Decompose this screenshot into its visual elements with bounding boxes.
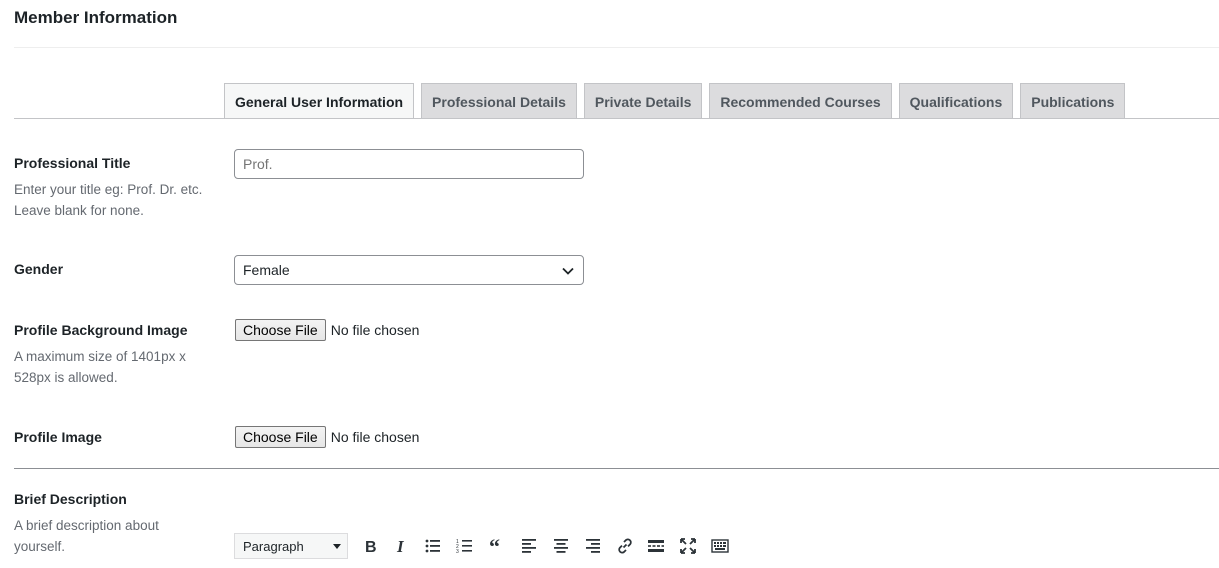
panel-title: Member Information	[14, 8, 178, 27]
format-select-value: Paragraph	[243, 538, 304, 554]
svg-text:I: I	[396, 537, 405, 555]
svg-text:3: 3	[456, 549, 459, 555]
toolbar-toggle-icon	[711, 539, 729, 553]
align-center-button[interactable]	[547, 532, 575, 560]
profile-background-image-help-line2: 528px is allowed.	[14, 370, 118, 385]
tabs-divider	[14, 118, 1219, 119]
tab-professional-details[interactable]: Professional Details	[421, 83, 577, 119]
section-divider	[14, 468, 1219, 469]
brief-description-help-line2: yourself.	[14, 539, 66, 554]
profile-background-image-file-input: Choose File No file chosen	[235, 319, 419, 341]
italic-button[interactable]: I	[387, 532, 415, 560]
numbered-list-icon: 1 2 3	[456, 539, 473, 555]
tab-publications[interactable]: Publications	[1020, 83, 1126, 119]
professional-title-help-line1: Enter your title eg: Prof. Dr. etc.	[14, 182, 203, 197]
svg-text:“: “	[489, 537, 500, 555]
bullet-list-icon	[425, 539, 441, 553]
brief-description-help: A brief description about yourself.	[14, 515, 159, 557]
gender-select[interactable]: Female	[234, 255, 584, 285]
blockquote-button[interactable]: “	[483, 532, 511, 560]
align-right-icon	[585, 539, 600, 553]
align-left-button[interactable]	[515, 532, 543, 560]
align-left-icon	[521, 539, 536, 553]
toolbar-toggle-button[interactable]	[706, 532, 734, 560]
fullscreen-button[interactable]	[674, 532, 702, 560]
bold-icon: B	[365, 539, 377, 555]
format-select[interactable]: Paragraph	[234, 533, 348, 559]
align-center-icon	[553, 539, 568, 553]
tab-recommended-courses[interactable]: Recommended Courses	[709, 83, 892, 119]
tab-bar: General User Information Professional De…	[224, 83, 1126, 119]
brief-description-help-line1: A brief description about	[14, 518, 159, 533]
align-right-button[interactable]	[579, 532, 607, 560]
fullscreen-icon	[680, 538, 697, 554]
caret-down-icon	[332, 544, 341, 549]
professional-title-label: Professional Title	[14, 155, 131, 171]
profile-background-image-label: Profile Background Image	[14, 322, 188, 338]
italic-icon: I	[396, 537, 405, 555]
numbered-list-button[interactable]: 1 2 3	[451, 532, 479, 560]
gender-selected-value: Female	[243, 262, 290, 278]
brief-description-label: Brief Description	[14, 491, 127, 507]
professional-title-input[interactable]	[234, 149, 584, 179]
profile-image-label: Profile Image	[14, 429, 102, 445]
professional-title-help: Enter your title eg: Prof. Dr. etc. Leav…	[14, 179, 202, 221]
choose-file-button[interactable]: Choose File	[235, 319, 326, 341]
bold-button[interactable]: B	[356, 532, 384, 560]
gender-label: Gender	[14, 261, 64, 277]
chevron-down-icon	[562, 267, 574, 275]
link-button[interactable]	[611, 532, 639, 560]
editor-toolbar: Paragraph B I 1 2 3 “	[234, 531, 734, 561]
file-status: No file chosen	[330, 322, 420, 338]
read-more-icon	[648, 540, 665, 552]
choose-file-button[interactable]: Choose File	[235, 426, 326, 448]
read-more-button[interactable]	[642, 532, 670, 560]
blockquote-icon: “	[489, 537, 500, 555]
file-status: No file chosen	[330, 429, 420, 445]
svg-text:B: B	[365, 539, 377, 555]
tab-general-user-information[interactable]: General User Information	[224, 83, 415, 119]
profile-image-file-input: Choose File No file chosen	[235, 426, 419, 448]
link-icon	[617, 538, 632, 554]
profile-background-image-help: A maximum size of 1401px x 528px is allo…	[14, 346, 186, 388]
profile-background-image-help-line1: A maximum size of 1401px x	[14, 349, 186, 364]
divider	[14, 47, 1219, 48]
tab-private-details[interactable]: Private Details	[583, 83, 703, 119]
professional-title-help-line2: Leave blank for none.	[14, 203, 144, 218]
bullet-list-button[interactable]	[419, 532, 447, 560]
tab-qualifications[interactable]: Qualifications	[898, 83, 1014, 119]
